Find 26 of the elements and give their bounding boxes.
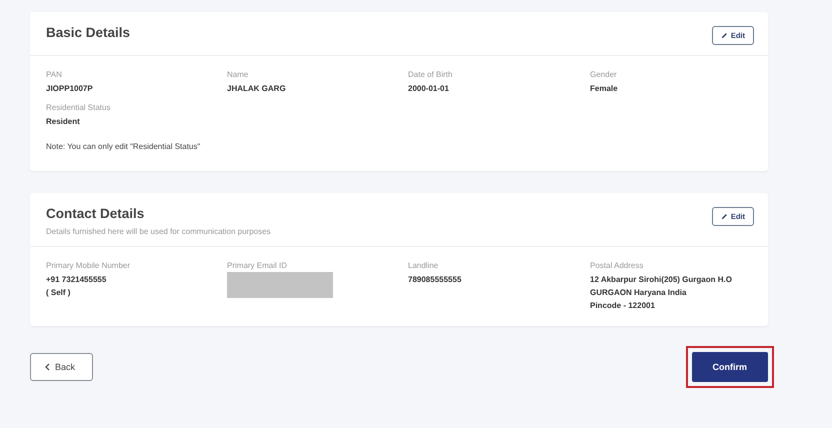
field-label: Postal Address	[590, 261, 644, 270]
field-label: PAN	[46, 70, 63, 79]
field-label: Gender	[590, 70, 618, 79]
field-label: Landline	[408, 261, 440, 270]
section-title: Contact Details	[46, 206, 146, 221]
pencil-icon	[720, 213, 728, 220]
field-label: Residential Status	[46, 103, 112, 112]
back-button[interactable]: Back	[30, 353, 94, 381]
field-label: Primary Email ID	[227, 261, 288, 270]
field-value: +91 7321455555 ( Self )	[46, 274, 108, 299]
chevron-left-icon	[45, 363, 50, 371]
field-value: JHALAK GARG	[227, 83, 287, 95]
field-value: Resident	[46, 116, 81, 128]
field-label: Primary Mobile Number	[46, 261, 132, 270]
field-value: 789085555555	[408, 274, 462, 286]
section-subtitle: Details furnished here will be used for communication purposes	[46, 227, 271, 236]
note-text: Note: You can only edit "Residential Status"	[46, 142, 202, 151]
field-label: Name	[227, 70, 250, 79]
field-value: 2000-01-01	[408, 83, 450, 95]
pencil-icon	[720, 32, 728, 39]
field-value: JIOPP1007P	[46, 83, 94, 95]
field-value: Female	[590, 83, 619, 95]
field-value: 12 Akbarpur Sirohi(205) Gurgaon H.O GURGAON Haryana India Pincode - 122001	[590, 274, 733, 312]
confirm-button[interactable]: Confirm	[692, 352, 768, 382]
section-title: Basic Details	[46, 25, 130, 40]
field-label: Date of Birth	[408, 70, 454, 79]
